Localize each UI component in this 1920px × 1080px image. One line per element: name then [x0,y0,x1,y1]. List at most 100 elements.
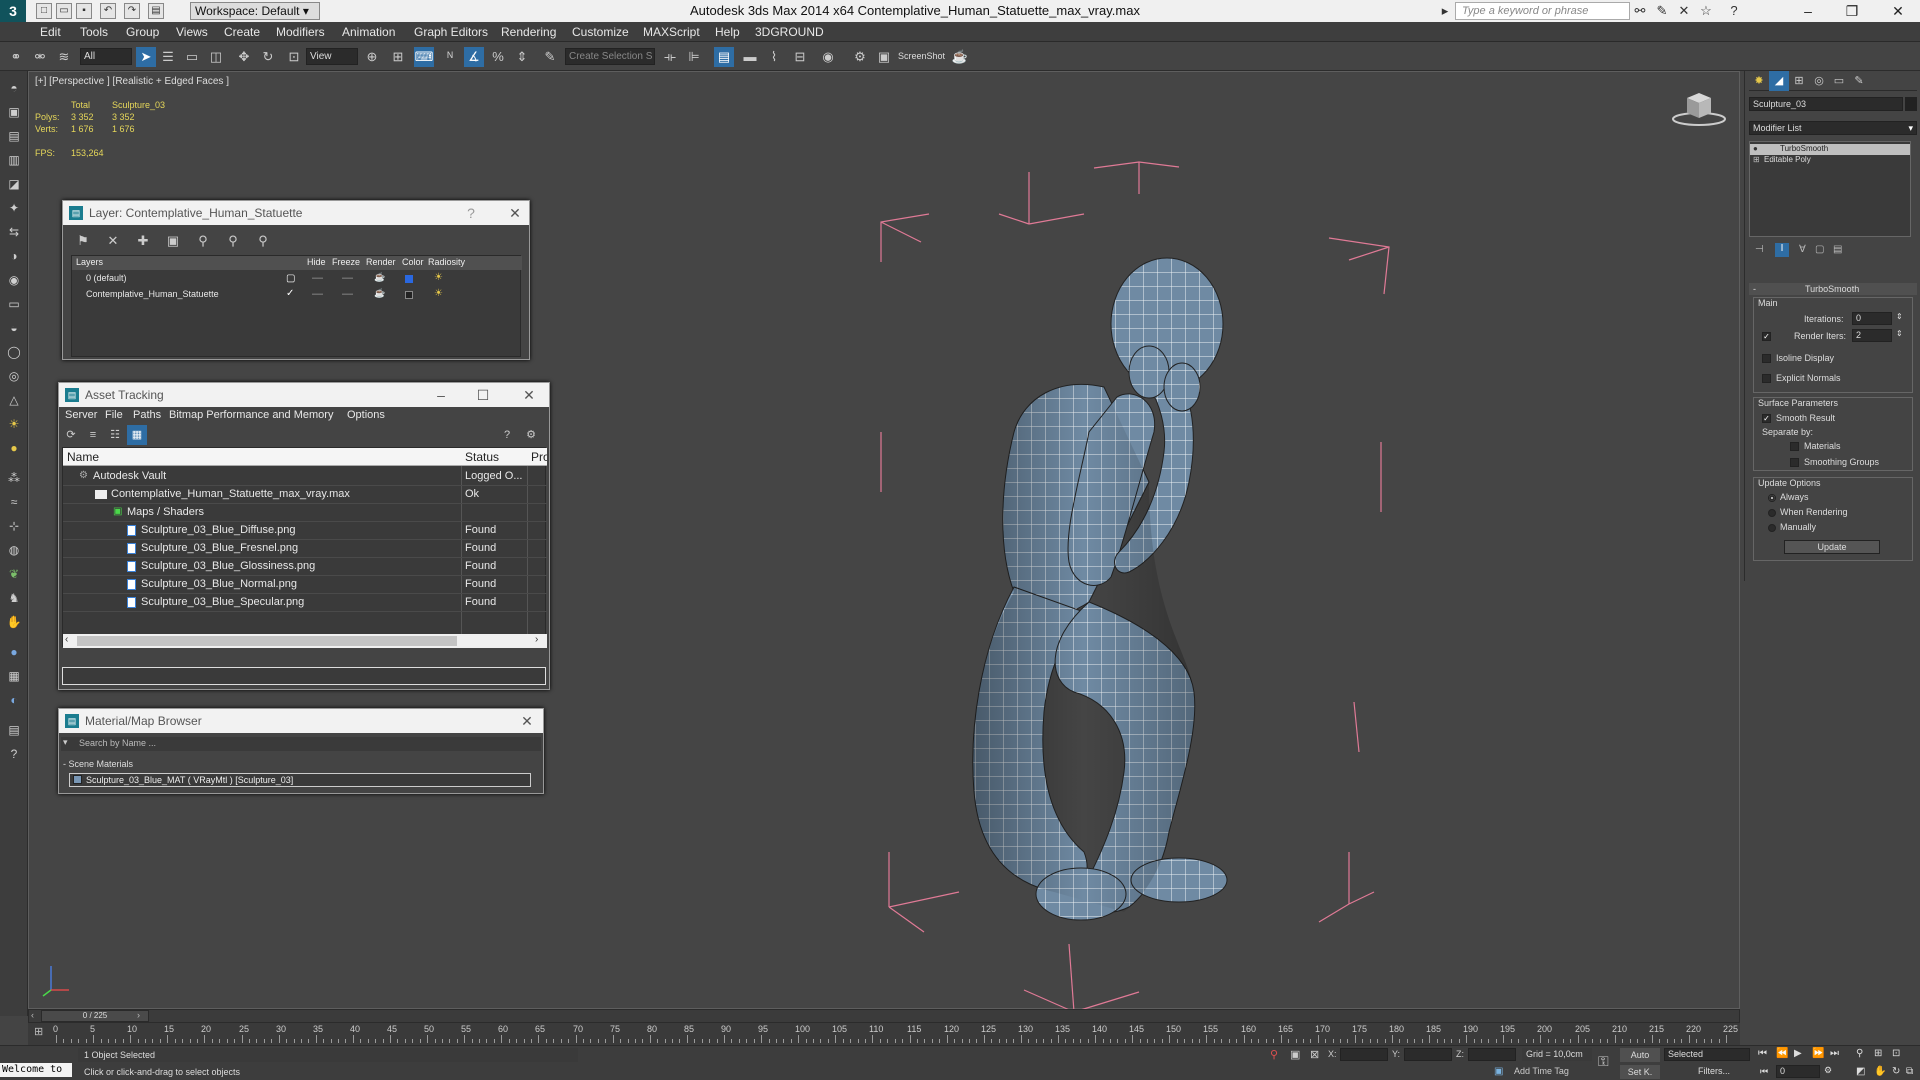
spacewarp-icon[interactable]: ✦ [5,199,23,217]
material-close-icon[interactable]: ✕ [515,709,539,733]
named-selection-dropdown[interactable]: Create Selection S [565,48,655,65]
freeze-header[interactable]: Freeze [332,257,360,267]
current-layer-check-icon[interactable]: ✓ [286,288,294,299]
auto-key-button[interactable]: Auto [1620,1048,1660,1062]
angle-snap-icon[interactable]: ∡ [464,47,484,67]
isoline-display-checkbox[interactable] [1762,354,1771,363]
key-filters-button[interactable]: Filters... [1664,1065,1750,1078]
select-by-name-icon[interactable]: ☰ [158,47,178,67]
window-crossing-icon[interactable]: ◫ [206,47,226,67]
material-item[interactable]: Sculpture_03_Blue_MAT ( VRayMtl ) [Sculp… [69,773,531,787]
undo-icon[interactable]: ↶ [100,3,116,19]
create-geometry-icon[interactable]: ◓ [5,79,23,97]
pan-view-icon[interactable]: ✋ [1874,1066,1886,1077]
asset-row[interactable]: Sculpture_03_Blue_Fresnel.png Found [63,540,547,558]
menu-group[interactable]: Group [126,25,159,39]
asset-path-field[interactable] [62,667,546,685]
dome-tool-icon[interactable]: ◒ [5,319,23,337]
make-unique-icon[interactable]: ∀ [1799,244,1806,255]
keyboard-shortcut-override-icon[interactable]: ⌨ [414,47,434,67]
x-coordinate-field[interactable] [1340,1048,1388,1061]
asset-refresh-icon[interactable]: ⟳ [61,425,81,445]
rotate-icon[interactable]: ↻ [258,47,278,67]
materials-checkbox[interactable] [1790,442,1799,451]
systems-icon[interactable]: ⇆ [5,223,23,241]
hide-header[interactable]: Hide [307,257,326,267]
z-coordinate-field[interactable] [1468,1048,1516,1061]
time-config-icon[interactable]: ⚙ [1824,1065,1832,1076]
material-search-input[interactable]: ▾ Search by Name ... [61,737,541,751]
absolute-mode-icon[interactable]: ⊠ [1310,1048,1319,1061]
pivot-center-icon[interactable]: ⊕ [362,47,382,67]
curve-editor-mini-icon[interactable]: ⊞ [34,1025,43,1038]
isolate-icon[interactable]: ⚲ [1270,1048,1278,1061]
move-icon[interactable]: ✥ [234,47,254,67]
asset-help-icon[interactable]: ? [497,425,517,445]
utilities-tab-icon[interactable]: ✎ [1849,71,1869,91]
time-slider[interactable]: ‹ 0 / 225 › [28,1009,1740,1023]
smoothing-groups-checkbox[interactable] [1790,458,1799,467]
scale-icon[interactable]: ⊡ [284,47,304,67]
go-to-end-icon[interactable]: ⏭ [1830,1048,1839,1059]
communication-icon[interactable]: ✕ [1676,3,1692,19]
asset-table-icon[interactable]: ▦ [127,425,147,445]
current-frame-field[interactable]: 0 [1776,1065,1820,1078]
asset-row[interactable]: Sculpture_03_Blue_Glossiness.png Found [63,558,547,576]
layer-new-icon[interactable]: ✚ [133,231,153,251]
set-key-button[interactable]: Set K. [1620,1065,1660,1079]
maximize-viewport-icon[interactable]: ⧉ [1906,1066,1913,1077]
minimize-icon[interactable]: – [1790,0,1826,22]
wind-icon[interactable]: ≈ [5,493,23,511]
motion-tab-icon[interactable]: ◎ [1809,71,1829,91]
key-mode-icon[interactable]: ⏮ [1760,1066,1768,1077]
rollout-header[interactable]: - TurboSmooth [1749,283,1917,295]
layer-window-help-button[interactable]: ? [459,201,483,225]
asset-list-icon[interactable]: ≡ [83,425,103,445]
menu-graph-editors[interactable]: Graph Editors [414,25,488,39]
layer-hide-all-icon[interactable]: ⚲ [253,231,273,251]
menu-views[interactable]: Views [176,25,208,39]
layer-highlight-icon[interactable]: ⚲ [223,231,243,251]
bind-spacewarp-icon[interactable]: ≋ [54,47,74,67]
create-light-icon[interactable]: ▤ [5,127,23,145]
radiosity-icon[interactable]: ☀ [434,288,443,299]
render-frame-icon[interactable]: ▣ [874,47,894,67]
create-camera-icon[interactable]: ▥ [5,151,23,169]
layer-add-selected-icon[interactable]: ▣ [163,231,183,251]
spinner-snap-icon[interactable]: ⇕ [512,47,532,67]
menu-create[interactable]: Create [224,25,260,39]
next-key-icon[interactable]: ⏩ [1812,1048,1824,1059]
toggle-icon[interactable]: ◐ [5,691,23,709]
render-header[interactable]: Render [366,257,396,267]
circle-tool-icon[interactable]: ◯ [5,343,23,361]
orbit-icon[interactable]: ↻ [1892,1066,1900,1077]
create-shape-icon[interactable]: ▣ [5,103,23,121]
particle-icon[interactable]: ⁂ [5,469,23,487]
mirror-icon[interactable]: ⟛ [660,47,680,67]
asset-minimize-icon[interactable]: – [429,383,453,407]
create-tab-icon[interactable]: ✸ [1749,71,1769,91]
snaps-toggle-icon[interactable]: ᴺ [440,47,460,67]
asset-row[interactable]: Sculpture_03_Blue_Normal.png Found [63,576,547,594]
asset-row[interactable]: Sculpture_03_Blue_Diffuse.png Found [63,522,547,540]
active-layer-icon[interactable]: ▢ [286,273,295,284]
asset-menu-file[interactable]: File [105,409,123,421]
material-browser-window[interactable]: ▤ Material/Map Browser ✕ ▾ Search by Nam… [58,708,544,794]
layer-color-swatch[interactable] [405,275,413,283]
viewcube-icon[interactable] [1669,90,1729,130]
grid-icon[interactable]: ▦ [5,667,23,685]
link-icon[interactable]: ⚭ [6,47,26,67]
render-iters-checkbox[interactable]: ✓ [1762,332,1771,341]
layer-name[interactable]: 0 (default) [86,273,127,283]
asset-horizontal-scrollbar[interactable]: ‹ › [63,634,547,648]
rect-selection-icon[interactable]: ▭ [182,47,202,67]
shading-tool-icon[interactable]: ◉ [5,271,23,289]
iterations-spinner-arrows-icon[interactable]: ⇕ [1896,312,1903,321]
rollout-collapse-icon[interactable]: - [1753,284,1756,294]
create-helper-icon[interactable]: ◪ [5,175,23,193]
asset-tree-icon[interactable]: ☷ [105,425,125,445]
layer-delete-icon[interactable]: ✕ [103,231,123,251]
field-of-view-icon[interactable]: ◩ [1856,1066,1865,1077]
asset-close-icon[interactable]: ✕ [517,383,541,407]
box-tool-icon[interactable]: ▭ [5,295,23,313]
